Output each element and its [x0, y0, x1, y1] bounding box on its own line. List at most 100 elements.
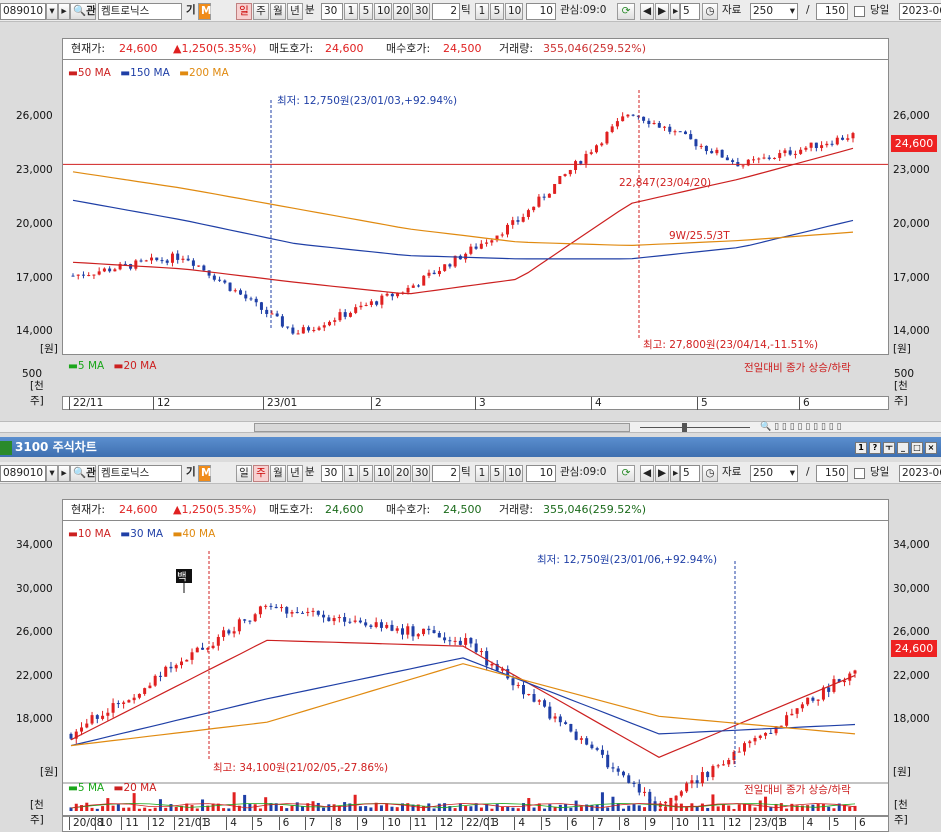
stock-code-input-2[interactable]: 089010 — [0, 465, 46, 482]
window-titlebar[interactable]: 3100 주식차트 1? ㅜ _ □ × — [0, 437, 941, 457]
minute-30-button-2[interactable]: 30 — [412, 465, 430, 482]
nav-input[interactable]: 5 — [680, 3, 700, 20]
tick-1-button[interactable]: 1 — [475, 3, 489, 20]
close-icon[interactable]: × — [925, 441, 937, 454]
period-day-button-2[interactable]: 일 — [236, 465, 252, 482]
search-button[interactable]: 🔍관 — [70, 3, 96, 20]
minute-10-button-2[interactable]: 10 — [374, 465, 392, 482]
tick-5-button[interactable]: 5 — [490, 3, 504, 20]
minimize-icon[interactable]: _ — [897, 441, 909, 454]
stock-code-input[interactable]: 089010 — [0, 3, 46, 20]
volume-bar — [143, 807, 147, 811]
minute-input-2[interactable]: 30 — [321, 465, 343, 482]
quote-info-bar-2: 현재가: 24,600 ▲1,250(5.35%) 매도호가: 24,600 매… — [62, 499, 889, 520]
volume-bar — [748, 804, 752, 811]
minute-1-button[interactable]: 1 — [344, 3, 358, 20]
count-input[interactable]: 10 — [526, 3, 556, 20]
period-week-button-2[interactable]: 주 — [253, 465, 269, 482]
help-icon[interactable]: ? — [869, 441, 881, 454]
period-year-button-2[interactable]: 년 — [287, 465, 303, 482]
candle-body — [106, 712, 110, 716]
prev-icon[interactable]: ◀ — [640, 465, 654, 482]
ki-label[interactable]: 기 — [186, 3, 198, 20]
minute-1-button-2[interactable]: 1 — [344, 465, 358, 482]
chart-scrollbar[interactable]: 🔍 ▯ ▯ ▯ ▯ ▯ ▯ ▯ ▯ ▯ — [0, 421, 941, 433]
dropdown-arrow-icon[interactable]: ▾ — [46, 465, 58, 482]
minute-20-button-2[interactable]: 20 — [393, 465, 411, 482]
play-icon[interactable]: ▶ — [655, 3, 669, 20]
dropdown-arrow-icon[interactable]: ▾ — [46, 3, 58, 20]
interest-label-2[interactable]: 관심:09:0 — [560, 465, 616, 482]
vol-unit: [천주] — [30, 380, 44, 407]
data-count-select-2[interactable]: 250 ▾ — [750, 465, 798, 482]
pin-icon[interactable]: ㅜ — [883, 441, 895, 454]
period-month-button-2[interactable]: 월 — [270, 465, 286, 482]
candle-body — [179, 661, 183, 666]
weekly-price-chart[interactable]: 최저: 12,750원(23/01/06,+92.94%) 최고: 34,100원… — [62, 520, 889, 816]
window-btn-1[interactable]: 1 — [855, 441, 867, 454]
tick-1-button-2[interactable]: 1 — [475, 465, 489, 482]
count-input-2[interactable]: 10 — [526, 465, 556, 482]
volume-bar — [727, 805, 731, 811]
candle-body — [678, 131, 682, 133]
period-month-button[interactable]: 월 — [270, 3, 286, 20]
stock-name-field[interactable]: 켐트로닉스 — [98, 3, 182, 20]
daily-price-chart[interactable]: 최저: 12,750원(23/01/03,+92.94%) 최고: 27,800원… — [62, 59, 889, 394]
total-input-2[interactable]: 150 — [816, 465, 848, 482]
refresh-icon[interactable]: ⟳ — [617, 3, 635, 20]
period-day-button[interactable]: 일 — [236, 3, 252, 20]
bid-label: 매수호가: — [386, 503, 431, 516]
maximize-icon[interactable]: □ — [911, 441, 923, 454]
candle-body — [290, 612, 294, 614]
minute-30-button[interactable]: 30 — [412, 3, 430, 20]
refresh-icon[interactable]: ⟳ — [617, 465, 635, 482]
bid-price: 24,500 — [443, 503, 482, 516]
nav-input-2[interactable]: 5 — [680, 465, 700, 482]
tick-10-button-2[interactable]: 10 — [505, 465, 523, 482]
minute-5-button[interactable]: 5 — [359, 3, 373, 20]
minute-20-button[interactable]: 20 — [393, 3, 411, 20]
clock-icon[interactable]: ◷ — [702, 3, 718, 20]
next-icon[interactable]: ▸ — [670, 3, 680, 20]
tick-input[interactable]: 2 — [432, 3, 460, 20]
scroll-thumb[interactable] — [254, 423, 630, 432]
m-button[interactable]: M — [198, 3, 211, 20]
zoom-slider[interactable] — [640, 427, 750, 428]
tick-input-2[interactable]: 2 — [432, 465, 460, 482]
next-arrow-icon[interactable]: ▸ — [58, 465, 70, 482]
total-input[interactable]: 150 — [816, 3, 848, 20]
period-week-button[interactable]: 주 — [253, 3, 269, 20]
minute-10-button[interactable]: 10 — [374, 3, 392, 20]
m-button-2[interactable]: M — [198, 465, 211, 482]
tick-10-button[interactable]: 10 — [505, 3, 523, 20]
tick-5-button-2[interactable]: 5 — [490, 465, 504, 482]
next-icon[interactable]: ▸ — [670, 465, 680, 482]
interest-label[interactable]: 관심:09:0 — [560, 3, 616, 20]
date-input[interactable]: 2023-06 — [899, 3, 941, 20]
period-year-button[interactable]: 년 — [287, 3, 303, 20]
clock-icon[interactable]: ◷ — [702, 465, 718, 482]
scroll-tool-icons[interactable]: 🔍 ▯ ▯ ▯ ▯ ▯ ▯ ▯ ▯ ▯ — [760, 422, 842, 432]
candle-body — [711, 766, 715, 778]
candle-body — [232, 631, 236, 634]
candle-body — [811, 697, 815, 701]
today-checkbox[interactable] — [854, 6, 865, 17]
ki-label-2[interactable]: 기 — [186, 465, 198, 482]
volume-bar — [848, 806, 852, 811]
play-icon[interactable]: ▶ — [655, 465, 669, 482]
next-arrow-icon[interactable]: ▸ — [58, 3, 70, 20]
zoom-slider-handle[interactable] — [682, 423, 687, 432]
today-checkbox-2[interactable] — [854, 468, 865, 479]
candle-body — [333, 320, 337, 322]
ytick: 17,000 — [16, 272, 53, 284]
data-count-select[interactable]: 250 ▾ — [750, 3, 798, 20]
candle-body — [364, 304, 368, 306]
minute-5-button-2[interactable]: 5 — [359, 465, 373, 482]
minute-input[interactable]: 30 — [321, 3, 343, 20]
date-input-2[interactable]: 2023-06 — [899, 465, 941, 482]
prev-icon[interactable]: ◀ — [640, 3, 654, 20]
search-button-2[interactable]: 🔍관 — [70, 465, 96, 482]
candle-body — [190, 652, 194, 660]
stock-name-field-2[interactable]: 켐트로닉스 — [98, 465, 182, 482]
candle-body — [795, 708, 799, 714]
